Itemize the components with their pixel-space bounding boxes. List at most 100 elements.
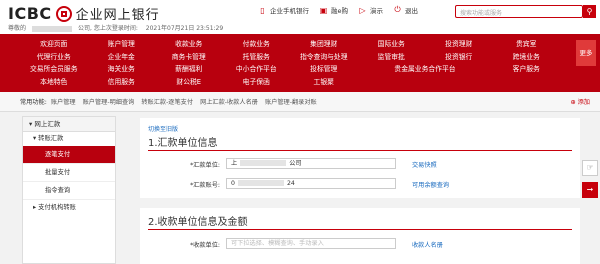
nav-item[interactable]: 投资银行 [425, 51, 493, 64]
more-button[interactable]: 更多 [576, 40, 596, 66]
nav-item[interactable]: 企业年金 [88, 51, 156, 64]
sidebar-title-label: 网上汇款 [34, 120, 61, 128]
sidebar-item-single-pay[interactable]: 逐笔支付 [23, 146, 115, 164]
demo-icon: ▷ [359, 5, 366, 15]
nav-item[interactable]: 海关业务 [88, 63, 156, 76]
nav-item[interactable]: 交易所会员服务 [20, 63, 88, 76]
search-input[interactable]: 搜索功能或服务 [455, 5, 583, 18]
masked-text [240, 160, 287, 166]
nav-item[interactable]: 财公税E [155, 76, 223, 89]
nav-item[interactable]: 收款业务 [155, 38, 223, 51]
demo-link[interactable]: ▷ 演示 [358, 5, 383, 16]
nav-item[interactable]: 集团理财 [290, 38, 358, 51]
sidebar-item-batch-pay[interactable]: 批量支付 [23, 164, 115, 182]
icbc-emblem-icon [55, 5, 72, 22]
section-title: 2.收款单位信息及金额 [148, 217, 248, 228]
sidebar-group-label: 支付机构转账 [38, 204, 76, 211]
nav-row: 交易所会员服务 海关业务 薪酬福利 中小合作平台 投标管理 贵金属业务合作平台 … [20, 63, 560, 76]
nav-row: 欢迎页面 账户管理 收款业务 付款业务 集团理财 国际业务 投资理财 贵宾室 [20, 38, 560, 51]
icbc-logo[interactable]: ICBC 企业网上银行 [8, 4, 160, 23]
nav-item[interactable]: 贵宾室 [493, 38, 561, 51]
logo-text: ICBC [8, 4, 52, 23]
nav-grid: 欢迎页面 账户管理 收款业务 付款业务 集团理财 国际业务 投资理财 贵宾室 代… [20, 38, 560, 88]
last-login-time: 2021年07月21日 23:51:29 [145, 25, 224, 32]
payer-name-prefix: 上 [231, 160, 238, 167]
nav-item[interactable]: 贵金属业务合作平台 [358, 63, 493, 76]
hand-pointer-icon[interactable]: ☞ [582, 160, 598, 176]
shortcut-label: 常用功能: [20, 99, 47, 106]
logout-link[interactable]: ⏻ 退出 [393, 5, 418, 15]
welcome-prefix: 尊敬的 [8, 25, 27, 32]
shortcut-item[interactable]: 网上汇款-收款人名册 [200, 97, 258, 106]
nav-item[interactable]: 中小合作平台 [223, 63, 291, 76]
nav-item[interactable]: 商务卡管理 [155, 51, 223, 64]
nav-item[interactable]: 投标管理 [290, 63, 358, 76]
section-title: 1.汇款单位信息 [148, 138, 218, 149]
nav-item[interactable]: 监管审批 [358, 51, 426, 64]
shortcut-item[interactable]: 账户管理-明细查询 [83, 97, 135, 106]
plus-icon: ⊕ [570, 99, 578, 106]
welcome-suffix: 公司, 您上次登录时间: [78, 25, 138, 32]
add-label: 添加 [577, 99, 590, 106]
balance-query-link[interactable]: 可用余额查询 [412, 180, 449, 189]
nav-item[interactable]: 账户管理 [88, 38, 156, 51]
welcome-info: 尊敬的 公司, 您上次登录时间: 2021年07月21日 23:51:29 [8, 23, 229, 32]
section-divider [148, 150, 572, 151]
header: ICBC 企业网上银行 尊敬的 公司, 您上次登录时间: 2021年07月21日 … [0, 0, 600, 34]
payee-list-link[interactable]: 收款人名册 [412, 240, 443, 249]
payer-account-prefix: 0 [231, 180, 235, 187]
sidebar: ▾ 网上汇款 ▾ 转账汇款 逐笔支付 批量支付 指令查询 ▸ 支付机构转账 [22, 116, 116, 264]
nav-item[interactable]: 本地特色 [20, 76, 88, 89]
nav-row: 代理行业务 企业年金 商务卡管理 托管服务 指令查询与处理 监管审批 投资银行 … [20, 51, 560, 64]
mobile-bank-link[interactable]: ▯ 企业手机银行 [258, 5, 309, 16]
masked-text [237, 180, 284, 186]
exit-icon[interactable]: ➞ [582, 182, 598, 198]
add-shortcut-button[interactable]: ⊕ 添加 [570, 97, 590, 106]
link-label: 演示 [370, 7, 383, 15]
sidebar-title[interactable]: ▾ 网上汇款 [23, 117, 115, 132]
link-label: 退出 [405, 7, 418, 15]
payer-account-suffix: 24 [286, 180, 295, 187]
power-icon: ⏻ [394, 5, 401, 14]
cart-icon: ▣ [319, 5, 328, 15]
shortcut-item[interactable]: 账户管理-翻录对账 [265, 97, 317, 106]
bank-name: 企业网上银行 [75, 8, 160, 23]
phone-icon: ▯ [260, 5, 265, 15]
nav-item[interactable]: 客户服务 [493, 63, 561, 76]
sidebar-group-payment-institution[interactable]: ▸ 支付机构转账 [23, 200, 115, 216]
nav-item[interactable]: 跨境业务 [493, 51, 561, 64]
nav-item[interactable]: 工银聚 [290, 76, 358, 89]
nav-item[interactable]: 信用服务 [88, 76, 156, 89]
top-links: ▯ 企业手机银行 ▣ 融e购 ▷ 演示 ⏻ 退出 [258, 5, 428, 15]
nav-item[interactable]: 代理行业务 [20, 51, 88, 64]
nav-item[interactable]: 指令查询与处理 [290, 51, 358, 64]
search-icon[interactable]: ⚲ [583, 5, 596, 18]
payer-name-field[interactable]: 上 公司 [226, 158, 396, 169]
payee-name-field[interactable]: 可下拉选择、模糊查询、手动录入 [226, 238, 396, 249]
nav-row: 本地特色 信用服务 财公税E 电子保函 工银聚 [20, 76, 560, 89]
link-label: 企业手机银行 [270, 7, 309, 15]
main-nav: 欢迎页面 账户管理 收款业务 付款业务 集团理财 国际业务 投资理财 贵宾室 代… [0, 34, 600, 92]
section-divider [148, 229, 572, 230]
payee-name-label: *收款单位: [190, 242, 220, 249]
nav-item[interactable]: 薪酬福利 [155, 63, 223, 76]
payer-name-label: *汇款单位: [190, 162, 220, 169]
nav-item[interactable]: 电子保函 [223, 76, 291, 89]
section-gap [140, 198, 580, 208]
masked-company-name [32, 25, 73, 32]
sidebar-item-query[interactable]: 指令查询 [23, 182, 115, 200]
shortcut-item[interactable]: 账户管理 [51, 97, 76, 106]
switch-old-version-link[interactable]: 切换至旧版 [148, 124, 178, 133]
shortcut-item[interactable]: 转账汇款-逐笔支付 [141, 97, 193, 106]
sidebar-group-label: 转账汇款 [38, 135, 64, 142]
payer-account-field[interactable]: 0 24 [226, 178, 396, 189]
transaction-snapshot-link[interactable]: 交易快照 [412, 160, 437, 169]
nav-item[interactable]: 投资理财 [425, 38, 493, 51]
nav-item[interactable]: 托管服务 [223, 51, 291, 64]
nav-item[interactable]: 欢迎页面 [20, 38, 88, 51]
nav-item[interactable]: 国际业务 [358, 38, 426, 51]
main-content: 切换至旧版 1.汇款单位信息 *汇款单位: 上 公司 交易快照 *汇款账号: 0 2… [140, 118, 580, 264]
sidebar-group[interactable]: ▾ 转账汇款 [23, 132, 115, 146]
nav-item[interactable]: 付款业务 [223, 38, 291, 51]
rong-e-gou-link[interactable]: ▣ 融e购 [319, 5, 348, 16]
